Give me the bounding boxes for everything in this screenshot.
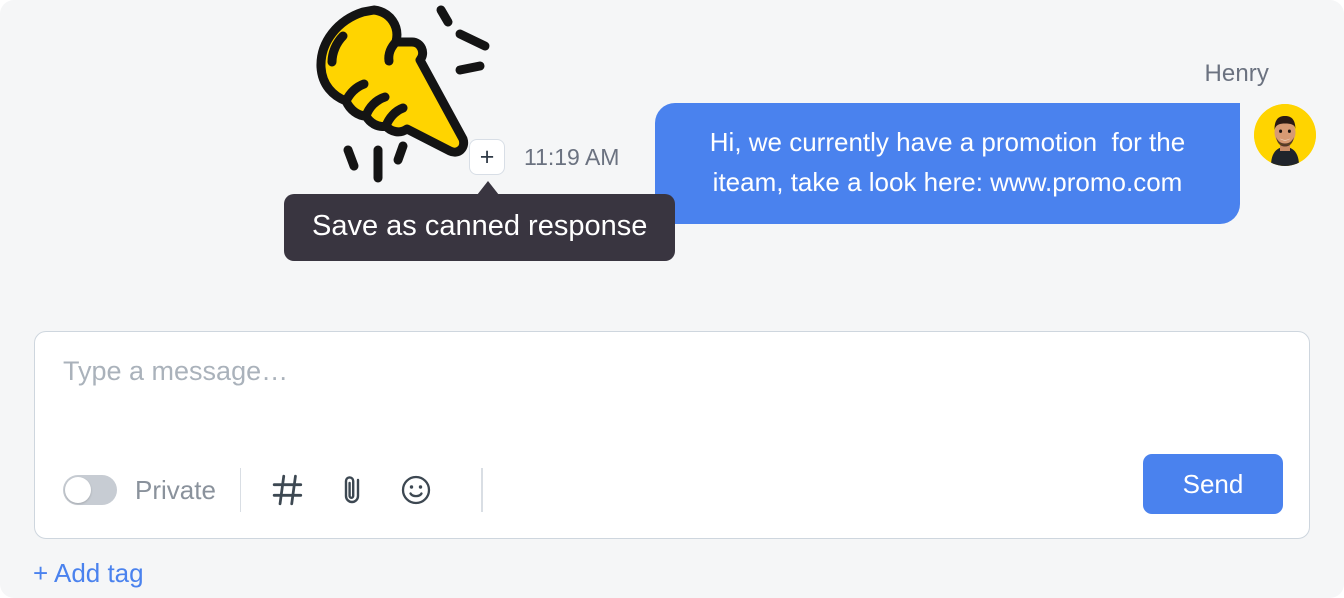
attachment-icon[interactable] — [329, 467, 375, 513]
message-timestamp: 11:19 AM — [524, 144, 620, 170]
message-bubble: Hi, we currently have a promotion for th… — [655, 103, 1240, 225]
private-toggle[interactable] — [63, 475, 117, 505]
message-composer: Private — [34, 331, 1310, 539]
toolbar-divider-left — [239, 468, 242, 512]
conversation-area: Henry Hi, we currently have a promotion … — [0, 0, 1344, 300]
send-button[interactable]: Send — [1143, 454, 1283, 514]
avatar — [1254, 104, 1316, 166]
toolbar-divider-right — [481, 468, 483, 512]
emoji-icon[interactable] — [393, 467, 439, 513]
save-canned-response-button[interactable]: + — [469, 139, 505, 175]
chat-widget: Henry Hi, we currently have a promotion … — [0, 0, 1344, 598]
hash-icon[interactable] — [265, 467, 311, 513]
message-sender-name: Henry — [1204, 60, 1269, 87]
tooltip: Save as canned response — [284, 194, 676, 261]
private-toggle-knob — [65, 477, 91, 503]
private-toggle-label: Private — [135, 474, 216, 505]
add-tag-link[interactable]: + Add tag — [33, 558, 144, 589]
message-input[interactable] — [63, 356, 763, 387]
composer-toolbar: Private — [63, 468, 507, 512]
tooltip-arrow-icon — [477, 181, 499, 195]
